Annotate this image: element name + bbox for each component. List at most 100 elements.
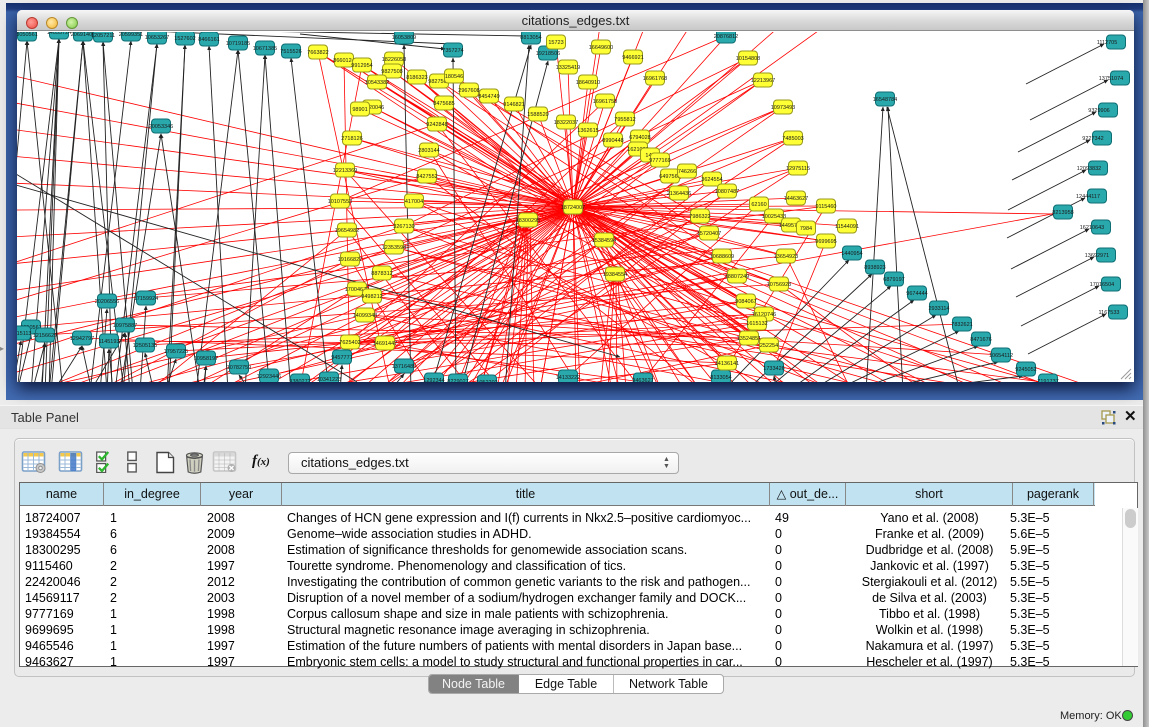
svg-text:10975887: 10975887 [113,323,137,329]
svg-text:13524851: 13524851 [737,336,761,342]
svg-text:12975115: 12975115 [786,166,810,172]
svg-text:14055724: 14055724 [47,32,71,36]
svg-text:6879197: 6879197 [883,277,904,283]
svg-text:1145193: 1145193 [98,339,119,345]
svg-text:9457771: 9457771 [331,355,352,361]
svg-text:19384554: 19384554 [603,272,627,278]
svg-text:15723: 15723 [548,40,563,46]
svg-text:8427552: 8427552 [416,174,437,180]
svg-text:17159924: 17159924 [134,296,158,302]
svg-text:10688609: 10688609 [710,254,734,260]
svg-text:8813054: 8813054 [520,35,541,41]
svg-text:20053346: 20053346 [149,124,173,130]
svg-text:9466921: 9466921 [622,55,643,61]
svg-text:16649600: 16649600 [589,45,613,51]
svg-text:12942797: 12942797 [70,336,94,342]
svg-text:3915113: 3915113 [17,331,32,337]
svg-text:14691447: 14691447 [373,341,397,347]
svg-text:12353594: 12353594 [382,245,406,251]
svg-text:14463627: 14463627 [784,196,808,202]
svg-text:10654112: 10654112 [989,353,1013,359]
svg-text:8466161: 8466161 [198,37,219,43]
svg-text:12057211: 12057211 [91,33,115,39]
svg-text:13751074: 13751074 [1099,76,1123,82]
svg-text:16210643: 16210643 [1080,225,1104,231]
svg-text:18226058: 18226058 [382,57,406,63]
svg-text:12213369: 12213369 [333,168,357,174]
svg-text:1112705: 1112705 [1097,40,1118,46]
svg-text:7625402: 7625402 [339,340,360,346]
svg-text:19218506: 19218506 [536,51,560,57]
svg-text:10543382: 10543382 [365,80,389,86]
svg-text:2803144: 2803144 [418,148,439,154]
svg-text:8878312: 8878312 [371,271,392,277]
svg-text:19654982: 19654982 [335,228,359,234]
svg-text:12093832: 12093832 [1077,166,1101,172]
svg-text:9674444: 9674444 [906,291,927,297]
svg-text:20206556: 20206556 [95,299,119,305]
svg-text:8133054: 8133054 [710,375,731,381]
svg-text:98901: 98901 [352,107,367,113]
svg-text:9463627: 9463627 [632,378,653,382]
svg-text:9245052: 9245052 [1015,367,1036,373]
svg-text:6794028: 6794028 [629,135,650,141]
svg-text:7357274: 7357274 [442,48,463,54]
svg-text:13654923: 13654923 [774,254,798,260]
svg-text:1167533: 1167533 [1098,310,1119,316]
svg-text:9777169: 9777169 [649,158,670,164]
svg-text:1615132: 1615132 [746,321,767,327]
svg-text:10107553: 10107553 [328,199,352,205]
svg-text:2967608: 2967608 [458,88,479,94]
svg-text:8471676: 8471676 [970,337,991,343]
svg-text:13692971: 13692971 [1085,253,1109,259]
svg-text:1362615: 1362615 [577,128,598,134]
svg-text:16053809: 16053809 [392,35,416,41]
svg-text:7485003: 7485003 [782,136,803,142]
svg-text:18300295: 18300295 [516,218,540,224]
svg-text:7955812: 7955812 [614,117,635,123]
svg-text:7986322: 7986322 [689,214,710,220]
svg-text:14133222: 14133222 [556,375,580,381]
svg-text:62160: 62160 [751,202,766,208]
svg-text:19166827: 19166827 [338,257,362,263]
svg-text:3267130: 3267130 [393,224,414,230]
svg-text:10341223: 10341223 [317,377,341,382]
svg-text:1527602: 1527602 [174,36,195,42]
svg-text:9912954: 9912954 [351,63,372,69]
svg-text:9084067: 9084067 [735,299,756,305]
svg-text:8229027: 8229027 [447,379,468,382]
svg-text:18322037: 18322037 [554,120,578,126]
svg-text:9827508: 9827508 [381,69,402,75]
svg-text:12923446: 12923446 [257,374,281,380]
svg-text:10756928: 10756928 [767,282,791,288]
svg-text:10671385: 10671385 [253,46,277,52]
svg-text:14136141: 14136141 [715,361,739,367]
svg-text:1588520: 1588520 [527,112,548,118]
svg-text:1733426: 1733426 [763,366,784,372]
svg-text:7191737: 7191737 [1037,379,1058,382]
svg-text:8475685: 8475685 [433,101,454,107]
svg-text:10807487: 10807487 [715,189,739,195]
svg-text:9329906: 9329906 [1088,108,1109,114]
svg-text:9380272: 9380272 [289,379,310,382]
svg-text:1052202: 1052202 [476,380,497,382]
svg-text:8186323: 8186323 [406,75,427,81]
svg-text:13325419: 13325419 [556,65,580,71]
svg-text:10973493: 10973493 [771,105,795,111]
svg-text:180546: 180546 [445,74,463,80]
svg-text:10782759: 10782759 [227,365,251,371]
svg-text:1292344: 1292344 [423,378,444,382]
svg-text:8050561: 8050561 [17,32,38,38]
svg-text:16961768: 16961768 [643,76,667,82]
svg-text:9227342: 9227342 [1082,136,1103,142]
svg-text:18640910: 18640910 [576,80,600,86]
svg-text:12505135: 12505135 [133,343,157,349]
svg-text:12156629: 12156629 [33,333,57,339]
svg-text:8990448: 8990448 [602,138,623,144]
svg-text:252254: 252254 [760,343,778,349]
svg-text:2933114: 2933114 [928,306,949,312]
svg-text:417004: 417004 [405,199,423,205]
svg-text:18724007: 18724007 [561,205,585,211]
svg-text:9115460: 9115460 [815,204,836,210]
svg-text:18807249: 18807249 [725,274,749,280]
